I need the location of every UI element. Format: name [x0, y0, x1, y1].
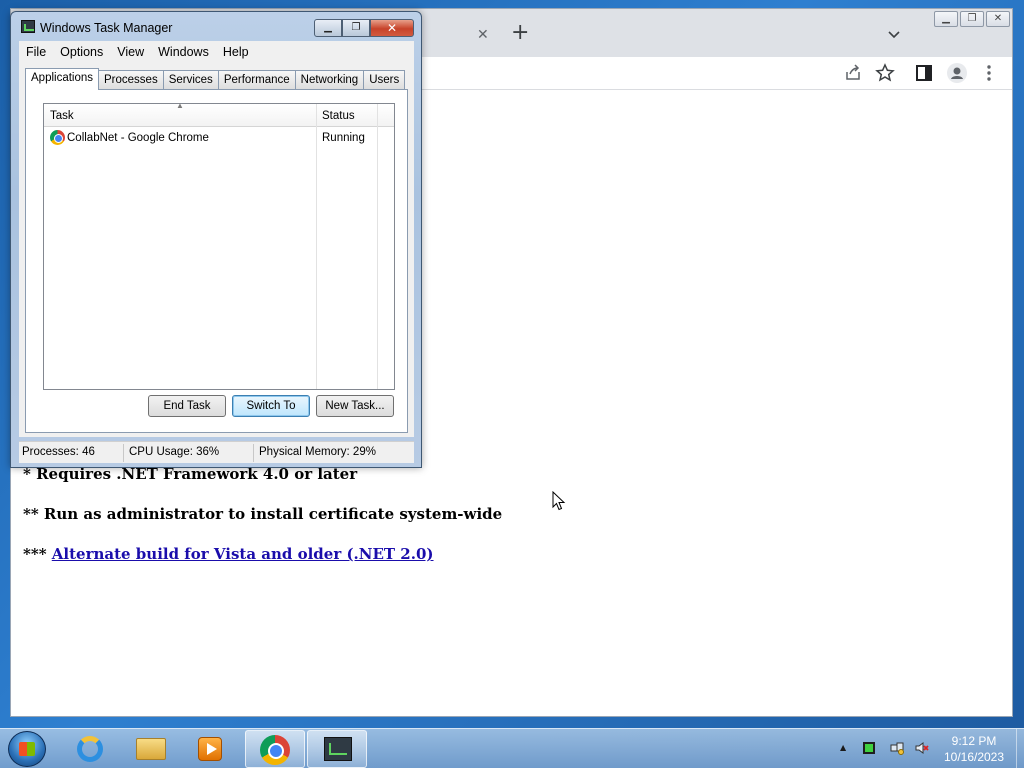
show-hidden-icons-icon[interactable]: ▲ [840, 743, 846, 752]
chrome-window-controls: ▁ ❐ ✕ [934, 11, 1010, 27]
taskbar: ▲ 9:12 PM 10/16/2023 [0, 728, 1024, 768]
alternate-build-prefix: *** [23, 545, 52, 563]
menu-file[interactable]: File [19, 45, 53, 59]
profile-avatar-icon[interactable] [947, 63, 967, 83]
task-manager-body: Applications Processes Services Performa… [19, 62, 414, 437]
minimize-button[interactable]: ▁ [314, 19, 342, 37]
google-chrome-icon [260, 735, 290, 765]
task-list-header: ▲ Task Status [44, 101, 394, 127]
status-divider [253, 444, 254, 462]
start-button[interactable] [8, 731, 46, 767]
column-header-status[interactable]: Status [322, 110, 355, 122]
taskbar-task-manager[interactable] [307, 730, 367, 768]
task-list[interactable]: ▲ Task Status CollabNet - Google Chrome … [43, 101, 395, 390]
menu-help[interactable]: Help [216, 45, 256, 59]
alternate-build-note: *** Alternate build for Vista and older … [23, 539, 723, 579]
show-desktop-button[interactable] [1016, 729, 1024, 768]
side-panel-icon[interactable] [914, 63, 934, 83]
window-title: Windows Task Manager [40, 21, 173, 35]
window-controls: ▁ ❐ ✕ [314, 19, 414, 37]
tab-close-icon[interactable]: ✕ [477, 27, 489, 43]
close-button[interactable]: ✕ [370, 19, 414, 37]
processes-count: Processes: 46 [22, 446, 95, 458]
network-icon[interactable] [890, 741, 904, 755]
tab-processes[interactable]: Processes [98, 70, 164, 90]
maximize-button[interactable]: ❐ [342, 19, 370, 37]
page-content: * Requires .NET Framework 4.0 or later *… [23, 459, 723, 579]
volume-muted-icon[interactable] [915, 741, 929, 755]
table-row[interactable]: CollabNet - Google Chrome Running [44, 129, 394, 148]
clock[interactable]: 9:12 PM 10/16/2023 [936, 733, 1012, 765]
physical-memory: Physical Memory: 29% [259, 446, 376, 458]
column-header-task[interactable]: Task [50, 110, 74, 122]
tab-strip: Applications Processes Services Performa… [25, 68, 406, 90]
mouse-cursor-icon [552, 491, 566, 511]
task-manager-window: Windows Task Manager ▁ ❐ ✕ File Options … [10, 11, 422, 468]
internet-explorer-icon [77, 736, 103, 762]
sort-ascending-icon: ▲ [176, 101, 184, 110]
switch-to-button[interactable]: Switch To [232, 395, 310, 417]
menu-bar: File Options View Windows Help [19, 41, 414, 62]
tab-services[interactable]: Services [162, 70, 219, 90]
taskbar-internet-explorer[interactable] [60, 730, 120, 768]
cpu-usage: CPU Usage: 36% [129, 446, 220, 458]
new-tab-icon[interactable]: + [511, 22, 529, 44]
alternate-build-link[interactable]: Alternate build for Vista and older (.NE… [52, 545, 434, 563]
media-player-icon [198, 737, 222, 761]
share-icon[interactable] [843, 63, 863, 83]
applications-panel: ▲ Task Status CollabNet - Google Chrome … [25, 89, 408, 433]
taskbar-media-player[interactable] [180, 730, 240, 768]
clock-date: 10/16/2023 [943, 750, 1005, 764]
close-icon[interactable]: ✕ [986, 11, 1010, 27]
task-manager-icon [324, 737, 352, 761]
menu-options[interactable]: Options [53, 45, 110, 59]
task-manager-titlebar[interactable]: Windows Task Manager ▁ ❐ ✕ [11, 12, 421, 42]
folder-icon [136, 738, 166, 760]
minimize-icon[interactable]: ▁ [934, 11, 958, 27]
taskbar-windows-explorer[interactable] [120, 730, 180, 768]
tab-applications[interactable]: Applications [25, 68, 100, 90]
tab-search-chevron-icon[interactable] [887, 27, 901, 41]
menu-windows[interactable]: Windows [151, 45, 216, 59]
new-task-button[interactable]: New Task... [316, 395, 394, 417]
status-bar: Processes: 46 CPU Usage: 36% Physical Me… [19, 441, 414, 463]
tab-performance[interactable]: Performance [217, 70, 296, 90]
chrome-menu-icon[interactable] [979, 63, 999, 83]
tab-users[interactable]: Users [363, 70, 406, 90]
end-task-button[interactable]: End Task [148, 395, 226, 417]
taskbar-google-chrome[interactable] [245, 730, 305, 768]
task-manager-icon [21, 20, 35, 33]
admin-note: ** Run as administrator to install certi… [23, 505, 503, 523]
task-status: Running [322, 132, 365, 144]
tab-networking[interactable]: Networking [294, 70, 365, 90]
action-center-icon[interactable] [862, 741, 876, 755]
google-chrome-icon [50, 130, 65, 145]
menu-view[interactable]: View [110, 45, 151, 59]
status-divider [123, 444, 124, 462]
clock-time: 9:12 PM [951, 734, 997, 748]
maximize-icon[interactable]: ❐ [960, 11, 984, 27]
task-name: CollabNet - Google Chrome [67, 132, 209, 144]
bookmark-star-icon[interactable] [875, 63, 895, 83]
